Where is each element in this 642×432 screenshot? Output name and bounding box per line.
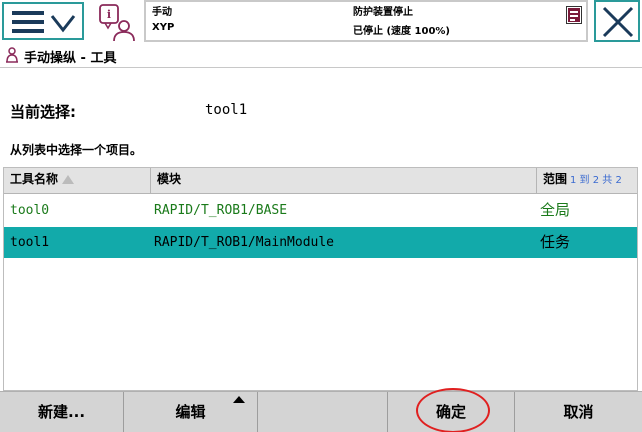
module-cell: RAPID/T_ROB1/BASE	[154, 203, 288, 218]
module-cell: RAPID/T_ROB1/MainModule	[154, 235, 335, 250]
operator-icon: i	[99, 4, 135, 42]
cancel-button[interactable]: 取消	[515, 392, 642, 432]
jog-icon	[6, 47, 18, 63]
column-header-name[interactable]: 工具名称	[4, 168, 151, 194]
tool-table: 工具名称 模块 范围 1 到 2 共 2 tool0 RAPID/T_ROB1/B…	[3, 167, 638, 391]
new-button[interactable]: 新建...	[0, 392, 124, 432]
svg-text:i: i	[107, 8, 111, 21]
table-row-selected[interactable]: tool1 RAPID/T_ROB1/MainModule 任务	[4, 227, 637, 258]
current-selection-label: 当前选择:	[10, 103, 76, 121]
column-header-module-label: 模块	[157, 172, 182, 186]
tool-name-cell: tool1	[10, 235, 50, 250]
edit-menu-caret-icon	[233, 396, 245, 403]
controller-state: 已停止 (速度 100%)	[353, 26, 450, 37]
title-bar: 手动操纵 - 工具	[0, 44, 642, 68]
scope-cell: 任务	[540, 233, 571, 251]
sort-ascending-icon[interactable]	[62, 175, 75, 184]
table-row[interactable]: tool0 RAPID/T_ROB1/BASE 全局	[4, 195, 637, 226]
instruction-text: 从列表中选择一个项目。	[10, 143, 143, 157]
column-header-scope[interactable]: 范围 1 到 2 共 2	[537, 168, 637, 194]
close-button[interactable]	[594, 0, 640, 42]
empty-toolbar-slot	[258, 392, 388, 432]
menu-icon	[12, 11, 76, 33]
row-count: 1 到 2 共 2	[570, 175, 622, 186]
close-icon	[602, 6, 634, 38]
scope-cell: 全局	[540, 201, 571, 219]
safety-status: 防护装置停止	[353, 7, 413, 18]
main-menu-button[interactable]	[2, 2, 84, 40]
bottom-toolbar: 新建... 编辑 确定 取消	[0, 391, 642, 432]
column-header-scope-label: 范围	[543, 172, 568, 186]
top-bar: i 手动 XYP 防护装置停止 已停止 (速度 100%)	[0, 0, 642, 44]
task-status-icon	[566, 6, 582, 24]
tool-name-cell: tool0	[10, 203, 50, 218]
table-header: 工具名称 模块 范围 1 到 2 共 2	[4, 168, 637, 194]
current-selection-value: tool1	[205, 102, 248, 118]
operating-mode: 手动	[152, 7, 172, 18]
column-header-module[interactable]: 模块	[151, 168, 537, 194]
ok-button[interactable]: 确定	[388, 392, 515, 432]
page-title: 手动操纵 - 工具	[24, 51, 117, 66]
column-header-name-label: 工具名称	[10, 172, 59, 186]
robot-status-icon[interactable]: i	[97, 2, 137, 42]
status-panel[interactable]: 手动 XYP 防护装置停止 已停止 (速度 100%)	[144, 0, 588, 42]
system-name: XYP	[152, 22, 175, 33]
